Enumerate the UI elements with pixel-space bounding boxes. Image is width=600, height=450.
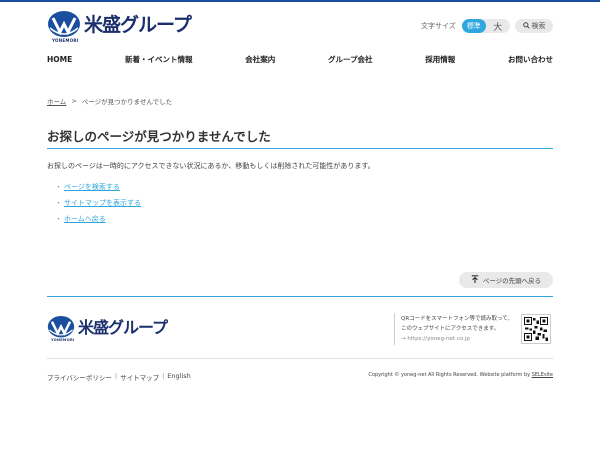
footer-logo-sub: YONEMORI [51,338,75,342]
bullet-icon: ・ [55,198,62,207]
site-logo[interactable]: YONEMORI 米盛グループ [47,10,192,43]
top-accent-bar [0,0,600,2]
qr-url-row: → https://yoneg-net.co.jp [401,334,513,344]
nav-item-group[interactable]: グループ会社 [328,54,373,65]
logo-mark-icon [47,10,81,40]
qr-line-2: このウェブサイトにアクセスできます。 [401,326,500,332]
logo-text: 米盛グループ [84,13,192,36]
footer-link-separator: | [114,372,118,380]
privacy-policy-link[interactable]: プライバシーポリシー [47,372,112,382]
page-top-button[interactable]: ページの先頭へ戻る [459,272,553,288]
search-button[interactable]: 検索 [515,19,553,33]
breadcrumb-separator: > [71,97,77,105]
font-size-label: 文字サイズ [421,22,456,30]
footer-logo[interactable]: YONEMORI 米盛グループ [47,315,168,342]
global-nav: HOME 新着・イベント情報 会社案内 グループ会社 採用情報 お問い合わせ [47,50,553,68]
recovery-links: ・ページを検索する ・サイトマップを表示する ・ホームへ戻る [55,182,141,230]
qr-line-1: QRコードをスマートフォン等で読み取って、 [401,316,513,322]
qr-code-icon [521,314,551,344]
qr-divider [394,313,395,345]
page-title: お探しのページが見つかりませんでした [47,129,271,144]
platform-link[interactable]: SELEsite [532,372,553,378]
list-item: ・ページを検索する [55,182,141,191]
nav-item-recruit[interactable]: 採用情報 [425,54,455,65]
bullet-icon: ・ [55,214,62,223]
footer-links: プライバシーポリシー | サイトマップ | English [47,372,191,382]
nav-item-company[interactable]: 会社案内 [245,54,275,65]
font-size-large-button[interactable]: 大 [486,19,510,33]
qr-description: QRコードをスマートフォン等で読み取って、 このウェブサイトにアクセスできます。… [401,314,513,344]
title-divider [47,148,553,149]
logo-sub-text: YONEMORI [52,38,79,43]
footer-divider [47,296,553,297]
footer-sitemap-link[interactable]: サイトマップ [120,372,159,382]
copyright: Copyright © yoneg-net All Rights Reserve… [368,372,553,378]
nav-item-news[interactable]: 新着・イベント情報 [125,54,193,65]
logo-mark-icon [47,315,75,340]
breadcrumb-home-link[interactable]: ホーム [47,96,66,106]
copyright-text: Copyright © yoneg-net All Rights Reserve… [368,372,532,378]
english-link[interactable]: English [167,372,190,382]
nav-item-home[interactable]: HOME [47,55,72,64]
home-link[interactable]: ホームへ戻る [64,214,106,224]
footer-link-separator: | [162,372,165,380]
footer-bottom-divider [47,358,553,359]
breadcrumb: ホーム > ページが見つかりませんでした [47,96,172,106]
error-description: お探しのページは一時的にアクセスできない状況にあるか、移動もしくは削除された可能… [47,162,375,170]
search-button-label: 検索 [531,22,546,30]
sitemap-link[interactable]: サイトマップを表示する [64,198,141,208]
font-size-switcher: 文字サイズ 標準 大 [421,19,510,33]
breadcrumb-current: ページが見つかりませんでした [81,98,173,106]
qr-section: QRコードをスマートフォン等で読み取って、 このウェブサイトにアクセスできます。… [394,313,553,345]
font-size-group: 標準 大 [461,19,510,33]
page-top-label: ページの先頭へ戻る [482,277,542,285]
bullet-icon: ・ [55,182,62,191]
search-icon [522,21,530,31]
nav-item-contact[interactable]: お問い合わせ [508,54,553,65]
qr-url: https://yoneg-net.co.jp [407,336,470,342]
font-size-standard-button[interactable]: 標準 [461,19,486,33]
arrow-up-to-line-icon [471,275,479,285]
list-item: ・ホームへ戻る [55,214,141,223]
footer-logo-text: 米盛グループ [78,317,168,337]
list-item: ・サイトマップを表示する [55,198,141,207]
search-page-link[interactable]: ページを検索する [64,182,120,192]
